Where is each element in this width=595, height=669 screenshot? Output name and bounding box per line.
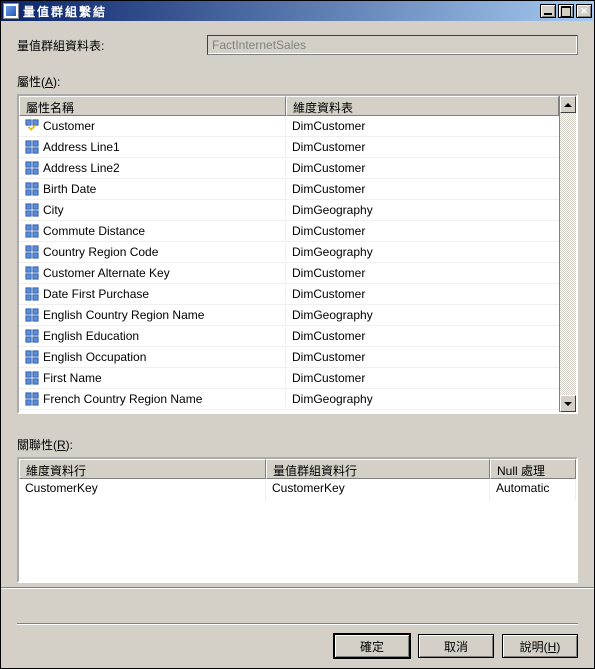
attr-dim: DimCustomer: [286, 348, 559, 366]
attr-dim: DimCustomer: [286, 369, 559, 387]
relationship-label-key: R: [57, 438, 66, 452]
cancel-button[interactable]: 取消: [418, 634, 494, 658]
attr-name: City: [43, 203, 64, 217]
app-icon: [3, 3, 19, 19]
col-mg-column[interactable]: 量值群組資料行: [266, 459, 490, 479]
table-row[interactable]: Address Line2 DimCustomer: [19, 158, 559, 179]
attr-name: Date First Purchase: [43, 287, 149, 301]
attr-dim: DimGeography: [286, 306, 559, 324]
attributes-grid[interactable]: 屬性名稱 維度資料表 CustomerDimCustomerAddress Li…: [17, 94, 578, 414]
attributes-label-suffix: ):: [53, 75, 60, 89]
attributes-label-prefix: 屬性(: [17, 75, 45, 89]
attr-dim: DimCustomer: [286, 285, 559, 303]
attr-name: Customer Alternate Key: [43, 266, 170, 280]
col-dim-table[interactable]: 維度資料表: [286, 96, 559, 116]
help-button[interactable]: 說明(H): [502, 634, 578, 658]
client-area: 量值群組資料表: FactInternetSales 屬性(A): 屬性名稱 維…: [1, 21, 594, 668]
attribute-icon: [25, 182, 39, 196]
relationship-grid[interactable]: 維度資料行 量值群組資料行 Null 處理 CustomerKeyCustome…: [17, 457, 578, 583]
attr-dim: DimGeography: [286, 201, 559, 219]
attr-name: Commute Distance: [43, 224, 145, 238]
table-row[interactable]: Country Region Code DimGeography: [19, 242, 559, 263]
attr-name: Address Line1: [43, 140, 120, 154]
measure-group-value: FactInternetSales: [207, 35, 578, 55]
table-row[interactable]: Commute Distance DimCustomer: [19, 221, 559, 242]
attr-name: Customer: [43, 119, 95, 133]
ok-button[interactable]: 確定: [334, 634, 410, 658]
relationship-label: 關聯性(R):: [17, 436, 578, 453]
scroll-down-button[interactable]: [560, 395, 576, 412]
table-row[interactable]: English Country Region Name DimGeography: [19, 305, 559, 326]
table-row[interactable]: City DimGeography: [19, 200, 559, 221]
help-button-prefix: 說明(: [520, 640, 548, 654]
help-button-suffix: ): [556, 640, 560, 654]
table-row[interactable]: CustomerKeyCustomerKeyAutomatic: [19, 479, 576, 500]
attr-dim: DimCustomer: [286, 117, 559, 135]
table-row[interactable]: Address Line1 DimCustomer: [19, 137, 559, 158]
attribute-icon: [25, 350, 39, 364]
attr-dim: DimCustomer: [286, 264, 559, 282]
attr-name: French Country Region Name: [43, 392, 202, 406]
rel-dim-col: CustomerKey: [19, 479, 266, 500]
scroll-track[interactable]: [560, 113, 576, 395]
attribute-icon: [25, 308, 39, 322]
attributes-scrollbar[interactable]: [559, 96, 576, 412]
button-bar: 確定 取消 說明(H): [17, 623, 578, 658]
attribute-icon: [25, 266, 39, 280]
dialog-window: 量值群組繫結 量值群組資料表: FactInternetSales 屬性(A):…: [0, 0, 595, 669]
attr-dim: DimGeography: [286, 390, 559, 408]
close-button[interactable]: [576, 4, 592, 18]
attr-name: First Name: [43, 371, 102, 385]
attribute-icon: [25, 203, 39, 217]
attr-name: English Country Region Name: [43, 308, 204, 322]
attributes-header: 屬性名稱 維度資料表: [19, 96, 559, 116]
key-attribute-icon: [25, 119, 39, 133]
attr-dim: DimCustomer: [286, 222, 559, 240]
attribute-icon: [25, 224, 39, 238]
col-null-handling[interactable]: Null 處理: [490, 459, 576, 479]
attribute-icon: [25, 140, 39, 154]
rel-mg-col: CustomerKey: [266, 479, 490, 500]
table-row[interactable]: English Education DimCustomer: [19, 326, 559, 347]
attr-dim: DimCustomer: [286, 327, 559, 345]
attribute-icon: [25, 371, 39, 385]
attributes-label: 屬性(A):: [17, 73, 578, 90]
rel-null-col: Automatic: [490, 479, 576, 500]
table-row[interactable]: Birth Date DimCustomer: [19, 179, 559, 200]
table-row[interactable]: French Country Region Name DimGeography: [19, 389, 559, 410]
col-attr-name[interactable]: 屬性名稱: [19, 96, 286, 116]
table-row[interactable]: Customer Alternate Key DimCustomer: [19, 263, 559, 284]
col-dim-column[interactable]: 維度資料行: [19, 459, 266, 479]
attribute-icon: [25, 245, 39, 259]
table-row[interactable]: First Name DimCustomer: [19, 368, 559, 389]
titlebar[interactable]: 量值群組繫結: [1, 1, 594, 21]
attribute-icon: [25, 392, 39, 406]
maximize-button[interactable]: [558, 4, 574, 18]
attr-dim: DimCustomer: [286, 180, 559, 198]
scroll-up-button[interactable]: [560, 96, 576, 113]
attributes-label-key: A: [45, 75, 53, 89]
attr-dim: DimCustomer: [286, 159, 559, 177]
window-title: 量值群組繫結: [23, 3, 540, 20]
attr-name: Country Region Code: [43, 245, 158, 259]
table-row[interactable]: Customer DimCustomer: [19, 116, 559, 137]
attribute-icon: [25, 161, 39, 175]
attr-name: English Education: [43, 329, 139, 343]
relationship-label-suffix: ):: [66, 438, 73, 452]
attr-name: Address Line2: [43, 161, 120, 175]
attr-dim: DimCustomer: [286, 138, 559, 156]
measure-group-label: 量值群組資料表:: [17, 37, 207, 54]
attribute-icon: [25, 287, 39, 301]
attribute-icon: [25, 329, 39, 343]
table-row[interactable]: Date First Purchase DimCustomer: [19, 284, 559, 305]
relationship-label-prefix: 關聯性(: [17, 438, 57, 452]
relationship-header: 維度資料行 量值群組資料行 Null 處理: [19, 459, 576, 479]
table-row[interactable]: English Occupation DimCustomer: [19, 347, 559, 368]
minimize-button[interactable]: [540, 4, 556, 18]
attr-dim: DimGeography: [286, 243, 559, 261]
attr-name: Birth Date: [43, 182, 96, 196]
attr-name: English Occupation: [43, 350, 146, 364]
